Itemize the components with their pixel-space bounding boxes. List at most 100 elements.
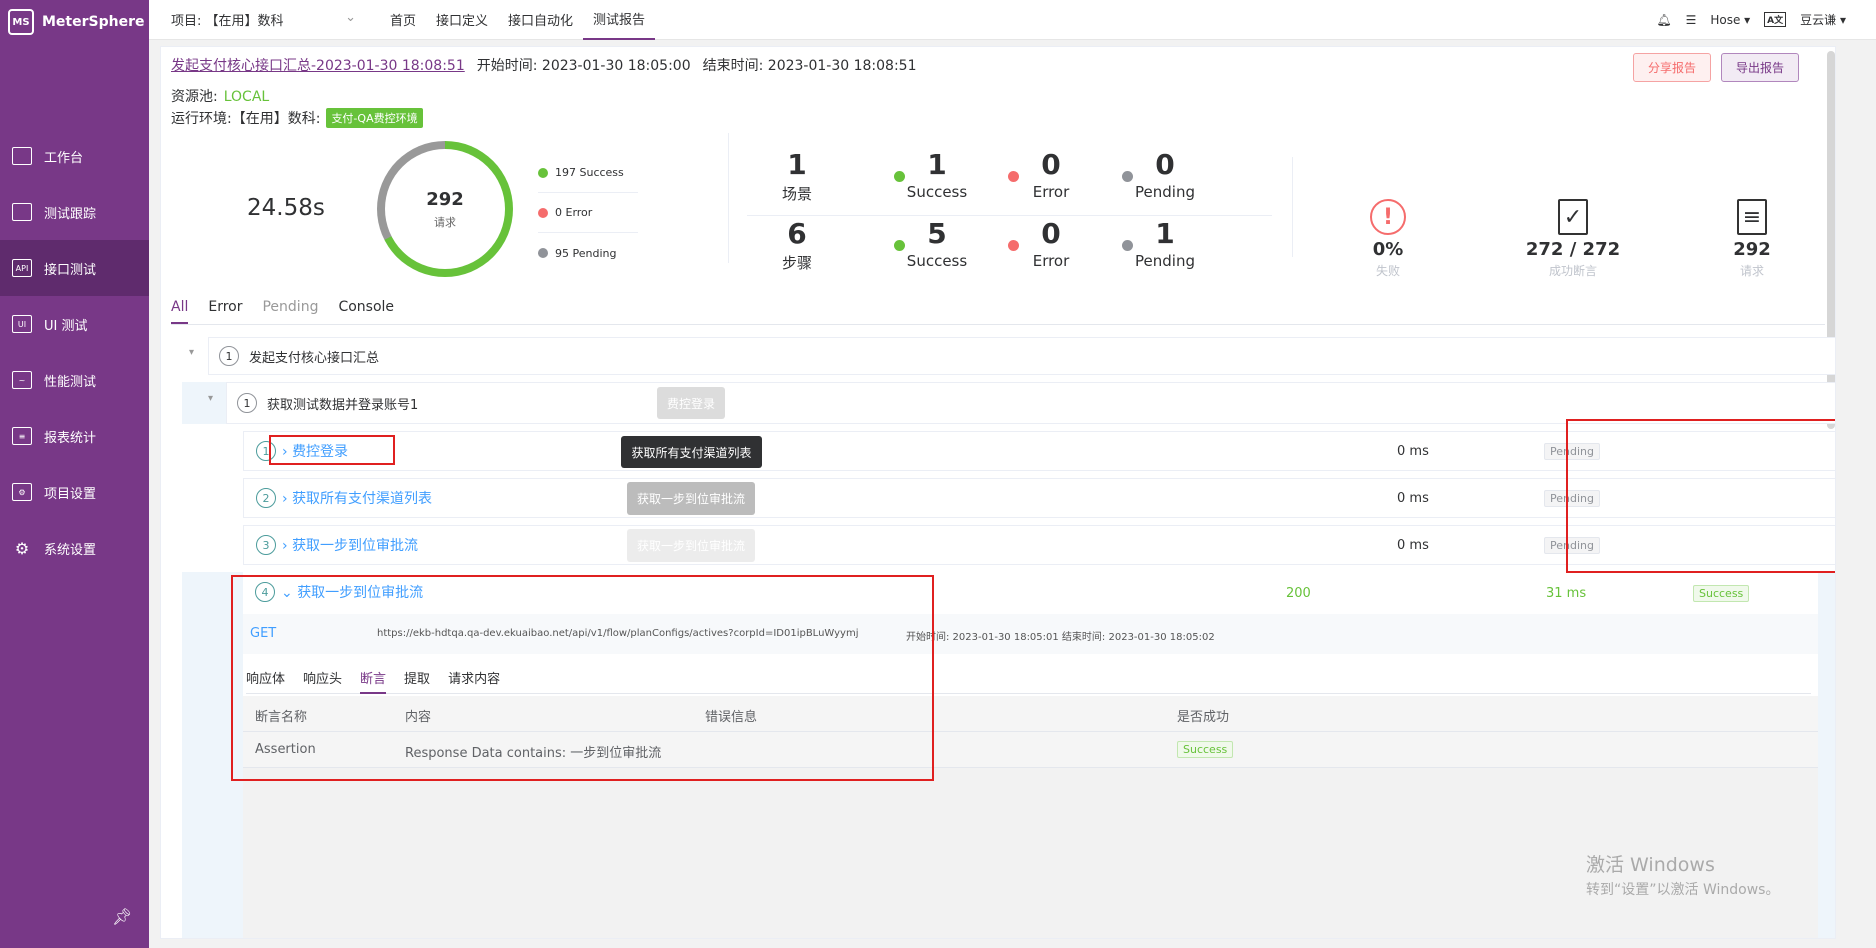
step-name: 获取所有支付渠道列表 bbox=[292, 491, 433, 507]
logo-mark-icon: MS bbox=[8, 9, 34, 35]
sidebar-item-project-settings[interactable]: ⚙ 项目设置 bbox=[0, 464, 149, 520]
kpi-value: 0% bbox=[1372, 239, 1404, 260]
sidebar-item-workbench[interactable]: 工作台 bbox=[0, 128, 149, 184]
menu-api-automation[interactable]: 接口自动化 bbox=[498, 0, 583, 40]
report-icon: ≡ bbox=[12, 427, 32, 445]
sidebar: MS MeterSphere 工作台 测试跟踪 API 接口测试 UI UI 测试 … bbox=[0, 0, 149, 948]
top-bar: 项目: 【在用】数科 ⌄ 首页 接口定义 接口自动化 测试报告 🔔︎ ☰ Hos… bbox=[149, 0, 1876, 40]
share-report-button[interactable]: 分享报告 bbox=[1632, 53, 1711, 82]
resource-pool: 资源池: LOCAL bbox=[171, 86, 269, 106]
tab-console[interactable]: Console bbox=[338, 299, 394, 324]
org-menu[interactable]: 豆云谦 ▾ bbox=[1800, 11, 1846, 28]
legend-label: 0 Error bbox=[555, 206, 593, 219]
step-name-link[interactable]: › 获取一步到位审批流 bbox=[282, 535, 418, 555]
sidebar-item-api-test[interactable]: API 接口测试 bbox=[0, 240, 149, 296]
pool-label: 资源池: bbox=[171, 89, 218, 105]
drag-preview-button[interactable]: 获取一步到位审批流 bbox=[627, 482, 755, 515]
step-error-value: 0 bbox=[1041, 217, 1061, 250]
scenario-pending: 0 Pending bbox=[1115, 147, 1215, 201]
sidebar-item-label: 接口测试 bbox=[44, 262, 97, 278]
top-right-tools: 🔔︎ ☰ Hose ▾ A文 豆云谦 ▾ bbox=[1656, 11, 1876, 28]
report-header: 发起支付核心接口汇总-2023-01-30 18:08:51 开始时间: 202… bbox=[171, 55, 917, 75]
step-pending: 1 Pending bbox=[1115, 216, 1215, 270]
success-label: Success bbox=[906, 183, 968, 201]
app-name: MeterSphere bbox=[42, 14, 145, 30]
chart-icon: ~ bbox=[12, 371, 32, 389]
step-pending-value: 1 bbox=[1155, 217, 1175, 250]
step-success-value: 5 bbox=[927, 217, 947, 250]
annotation-box bbox=[231, 575, 934, 781]
error-label: Error bbox=[1032, 183, 1070, 201]
file-check-icon: ✓ bbox=[1558, 199, 1588, 235]
sidebar-item-reports[interactable]: ≡ 报表统计 bbox=[0, 408, 149, 464]
kpi-label: 成功断言 bbox=[1548, 264, 1597, 278]
scenario-success-value: 1 bbox=[927, 148, 947, 181]
gray-dot-icon bbox=[538, 248, 548, 258]
scenario-success: 1 Success bbox=[887, 147, 987, 201]
tree-root-row[interactable]: 1 发起支付核心接口汇总 bbox=[208, 337, 1835, 375]
caret-down-icon[interactable]: ▾ bbox=[189, 347, 194, 358]
user-menu[interactable]: Hose ▾ bbox=[1710, 13, 1750, 27]
step-index: 2 bbox=[256, 488, 276, 508]
header-buttons: 分享报告 导出报告 bbox=[1632, 53, 1799, 82]
legend-label: 95 Pending bbox=[555, 246, 617, 260]
legend-label: 197 Success bbox=[555, 166, 624, 179]
clipboard-icon bbox=[12, 203, 32, 221]
chevron-down-icon: ⌄ bbox=[345, 10, 356, 25]
copy-icon: ≡ bbox=[1737, 199, 1767, 235]
error-label: Error bbox=[1032, 252, 1070, 270]
total-duration: 24.58s bbox=[247, 195, 325, 221]
language-icon[interactable]: A文 bbox=[1764, 12, 1787, 27]
login-tag-button[interactable]: 费控登录 bbox=[657, 387, 725, 419]
step-time: 0 ms bbox=[1397, 537, 1429, 553]
caret-down-icon[interactable]: ▾ bbox=[208, 393, 213, 404]
status-badge: Success bbox=[1177, 741, 1234, 758]
step-index: 3 bbox=[256, 535, 276, 555]
tab-pending[interactable]: Pending bbox=[262, 299, 318, 324]
kpi-fail-rate: ! 0% 失败 bbox=[1323, 199, 1453, 279]
legend-error: 0 Error bbox=[538, 193, 638, 233]
tree-child-row[interactable]: 1 获取测试数据并登录账号1 bbox=[226, 382, 1835, 424]
export-report-button[interactable]: 导出报告 bbox=[1720, 53, 1799, 82]
api-icon: API bbox=[12, 259, 32, 277]
menu-home[interactable]: 首页 bbox=[380, 0, 426, 40]
project-label: 项目: 【在用】数科 bbox=[171, 14, 284, 29]
step-time: 0 ms bbox=[1397, 490, 1429, 506]
legend-pending: 95 Pending bbox=[538, 233, 638, 273]
donut-center: 292 请求 bbox=[385, 149, 505, 269]
step-count-label: 步骤 bbox=[781, 254, 812, 272]
success-label: Success bbox=[906, 252, 968, 270]
pin-icon[interactable]: 📌︎ bbox=[112, 907, 132, 926]
report-name-link[interactable]: 发起支付核心接口汇总-2023-01-30 18:08:51 bbox=[171, 55, 465, 75]
project-selector[interactable]: 项目: 【在用】数科 ⌄ bbox=[171, 10, 366, 29]
step-error: 0 Error bbox=[1001, 216, 1101, 270]
app-logo[interactable]: MS MeterSphere bbox=[0, 0, 149, 44]
step-name-link[interactable]: › 获取所有支付渠道列表 bbox=[282, 488, 432, 508]
env-tag: 支付-QA费控环境 bbox=[326, 108, 423, 128]
scenario-count-value: 1 bbox=[787, 148, 807, 181]
red-dot-icon bbox=[538, 207, 548, 218]
monitor-icon bbox=[12, 147, 32, 165]
task-list-icon[interactable]: ☰ bbox=[1686, 13, 1697, 27]
kpi-value: 272 / 272 bbox=[1525, 239, 1621, 260]
divider bbox=[1292, 157, 1293, 257]
menu-api-definition[interactable]: 接口定义 bbox=[426, 0, 498, 40]
menu-test-report[interactable]: 测试报告 bbox=[583, 0, 656, 40]
sidebar-item-ui-test[interactable]: UI UI 测试 bbox=[0, 296, 149, 352]
tab-all[interactable]: All bbox=[171, 299, 189, 324]
bell-icon[interactable]: 🔔︎ bbox=[1656, 13, 1671, 27]
sidebar-nav: 工作台 测试跟踪 API 接口测试 UI UI 测试 ~ 性能测试 ≡ 报表统计 ⚙ 项目… bbox=[0, 128, 149, 576]
divider bbox=[728, 133, 729, 263]
sidebar-item-test-track[interactable]: 测试跟踪 bbox=[0, 184, 149, 240]
sidebar-item-label: 系统设置 bbox=[44, 542, 97, 558]
tab-error[interactable]: Error bbox=[208, 299, 242, 324]
sidebar-item-performance[interactable]: ~ 性能测试 bbox=[0, 352, 149, 408]
sidebar-item-system-settings[interactable]: ⚙ 系统设置 bbox=[0, 520, 149, 576]
top-menu: 首页 接口定义 接口自动化 测试报告 bbox=[380, 0, 656, 40]
sidebar-item-label: UI 测试 bbox=[44, 318, 88, 334]
sidebar-item-label: 报表统计 bbox=[44, 430, 97, 446]
kpi-label: 失败 bbox=[1375, 264, 1400, 278]
step-time: 0 ms bbox=[1397, 443, 1429, 459]
step-index: 1 bbox=[219, 346, 239, 366]
user-name: Hose bbox=[1710, 12, 1741, 27]
